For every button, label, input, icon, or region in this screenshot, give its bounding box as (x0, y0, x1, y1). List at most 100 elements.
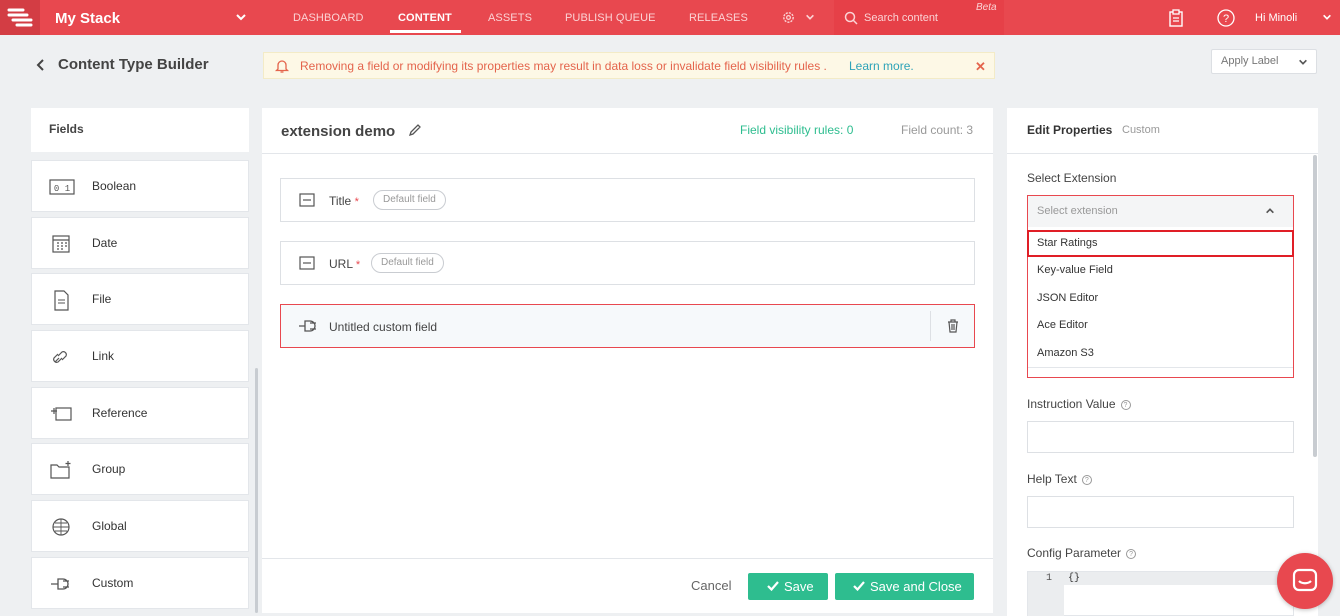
field-type-label: Custom (92, 576, 134, 590)
field-type-group[interactable]: Group (31, 443, 249, 495)
field-row-title[interactable]: Title * Default field (280, 178, 975, 222)
check-icon (767, 581, 779, 591)
builder-footer: Cancel Save Save and Close (262, 558, 993, 613)
gear-icon[interactable] (781, 10, 796, 25)
option-ace-editor[interactable]: Ace Editor (1028, 312, 1293, 339)
active-line (1064, 572, 1293, 585)
help-icon: ? (1120, 399, 1131, 410)
chevron-down-icon[interactable] (1322, 12, 1332, 22)
chevron-down-icon[interactable] (805, 12, 815, 22)
reference-icon (51, 407, 72, 421)
nav-dashboard[interactable]: DASHBOARD (293, 12, 364, 24)
global-icon (52, 518, 70, 536)
field-type-label: File (92, 292, 112, 306)
edit-properties-header: Edit Properties Custom (1007, 108, 1318, 154)
app-logo[interactable] (0, 0, 40, 35)
help-text-input[interactable] (1027, 496, 1294, 528)
builder-header: extension demo Field visibility rules: 0… (262, 108, 993, 154)
field-type-file[interactable]: File (31, 273, 249, 325)
field-type-label: Group (92, 462, 126, 476)
save-and-close-label: Save and Close (870, 579, 962, 594)
chevron-up-icon (1266, 208, 1274, 214)
field-row-custom[interactable]: Untitled custom field (280, 304, 975, 348)
config-parameter-label: Config Parameter? (1027, 546, 1137, 560)
option-amazon-s3[interactable]: Amazon S3 (1028, 340, 1293, 367)
dropdown-list-end (1028, 367, 1293, 368)
field-type-global[interactable]: Global (31, 500, 249, 552)
svg-text:?: ? (1223, 13, 1229, 25)
search-icon (844, 11, 858, 25)
select-extension-label: Select Extension (1027, 171, 1117, 185)
single-line-text-icon (299, 256, 315, 270)
check-icon (853, 581, 865, 591)
user-greeting[interactable]: Hi Minoli (1255, 12, 1297, 24)
boolean-icon: 0 1 (49, 179, 75, 195)
field-row-label: Title * (329, 194, 359, 208)
clipboard-icon[interactable] (1168, 9, 1184, 27)
close-icon[interactable]: ✕ (975, 59, 986, 75)
save-and-close-button[interactable]: Save and Close (835, 573, 974, 600)
pencil-icon[interactable] (408, 123, 422, 137)
field-row-label: Untitled custom field (329, 320, 438, 334)
learn-more-link[interactable]: Learn more. (849, 59, 914, 73)
calendar-icon (52, 235, 70, 253)
properties-scrollbar[interactable] (1313, 155, 1317, 457)
link-icon (53, 351, 67, 363)
contentstack-logo-icon (7, 8, 33, 27)
required-marker: * (355, 259, 361, 271)
save-label: Save (784, 579, 814, 594)
field-row-label: URL * (329, 257, 361, 271)
instruction-value-label: Instruction Value? (1027, 397, 1131, 411)
group-icon (50, 461, 71, 479)
option-key-value-field[interactable]: Key-value Field (1028, 257, 1293, 284)
field-visibility-rules-link[interactable]: Field visibility rules: 0 (740, 123, 853, 137)
field-type-reference[interactable]: Reference (31, 387, 249, 439)
content-type-name: extension demo (281, 123, 396, 140)
field-type-boolean[interactable]: 0 1 Boolean (31, 160, 249, 212)
file-icon (54, 290, 69, 311)
save-button[interactable]: Save (748, 573, 828, 600)
select-extension-dropdown[interactable]: Select extension Star Ratings Key-value … (1027, 195, 1294, 378)
nav-content[interactable]: CONTENT (398, 12, 452, 24)
chat-icon (1292, 568, 1318, 592)
beta-badge: Beta (976, 2, 997, 13)
field-row-url[interactable]: URL * Default field (280, 241, 975, 285)
option-json-editor[interactable]: JSON Editor (1028, 285, 1293, 312)
help-icon: ? (1126, 548, 1137, 559)
chevron-down-icon[interactable] (235, 11, 247, 23)
stack-name[interactable]: My Stack (55, 10, 120, 27)
help-text-label: Help Text? (1027, 472, 1092, 486)
nav-publish-queue[interactable]: PUBLISH QUEUE (565, 12, 656, 24)
nav-assets[interactable]: ASSETS (488, 12, 532, 24)
field-type-link[interactable]: Link (31, 330, 249, 382)
code-text[interactable]: {} (1068, 573, 1080, 584)
line-number: 1 (1046, 573, 1053, 584)
cancel-button[interactable]: Cancel (691, 578, 731, 593)
search-placeholder[interactable]: Search content (864, 12, 938, 24)
trash-icon[interactable] (947, 319, 959, 333)
field-type-label: Reference (92, 406, 148, 420)
select-extension-input[interactable]: Select extension (1028, 196, 1293, 227)
back-arrow-icon[interactable] (36, 58, 46, 72)
help-icon[interactable]: ? (1217, 9, 1235, 27)
config-parameter-editor[interactable]: 1 {} (1027, 571, 1294, 616)
field-type-date[interactable]: Date (31, 217, 249, 269)
option-star-ratings[interactable]: Star Ratings (1027, 230, 1294, 257)
field-type-label: Global (92, 519, 127, 533)
field-type-custom[interactable]: Custom (31, 557, 249, 609)
help-icon: ? (1081, 474, 1092, 485)
instruction-value-input[interactable] (1027, 421, 1294, 453)
fields-panel-title: Fields (49, 122, 84, 136)
warning-banner: Removing a field or modifying its proper… (263, 52, 995, 79)
divider (930, 311, 931, 341)
field-count: Field count: 3 (901, 123, 974, 137)
fields-scrollbar[interactable] (255, 368, 258, 613)
nav-releases[interactable]: RELEASES (689, 12, 748, 24)
field-type-label: Boolean (92, 179, 137, 193)
apply-label-dropdown[interactable]: Apply Label (1211, 49, 1317, 74)
edit-properties-panel: Edit Properties Custom Select Extension … (1007, 108, 1318, 616)
warning-text: Removing a field or modifying its proper… (300, 59, 827, 73)
plug-icon (299, 320, 316, 332)
edit-properties-title: Edit Properties (1027, 123, 1113, 137)
chat-widget-button[interactable] (1277, 553, 1333, 609)
